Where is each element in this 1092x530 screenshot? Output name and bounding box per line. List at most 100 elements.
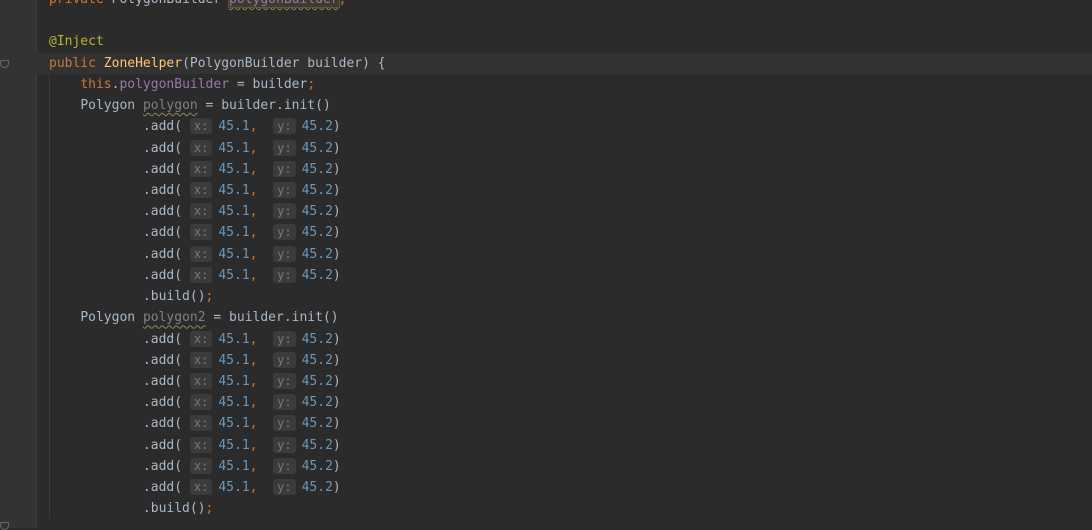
parameter-hint-x: x: — [189, 372, 213, 389]
y-value: 45.2 — [301, 480, 333, 496]
code-line-add-call: .add( x: 45.1, y: 45.2) — [49, 455, 1092, 478]
constructor-params: PolygonBuilder builder — [189, 55, 363, 71]
y-value: 45.2 — [301, 267, 333, 283]
code-line-add-call: .add( x: 45.1, y: 45.2) — [49, 201, 1092, 223]
add-call: .add( — [142, 225, 183, 241]
paren-close: ) — [332, 437, 341, 453]
comma: , — [249, 458, 258, 474]
x-value: 45.1 — [218, 416, 250, 432]
x-value: 45.1 — [218, 373, 250, 389]
add-call: .add( — [142, 182, 183, 198]
parameter-hint-x: x: — [189, 245, 213, 262]
y-value: 45.2 — [301, 204, 333, 220]
type-name: Polygon — [80, 98, 136, 114]
comma: , — [249, 437, 258, 453]
constructor-name: ZoneHelper — [103, 55, 183, 71]
y-value: 45.2 — [301, 395, 333, 411]
x-value: 45.1 — [218, 437, 250, 453]
field-name: polygonBuilder — [228, 0, 340, 8]
code-editor[interactable]: private PolygonBuilder polygonBuilder; @… — [36, 0, 1092, 520]
keyword: private — [49, 0, 104, 7]
paren-close: ) — [332, 416, 341, 432]
parameter-hint-y: y: — [273, 394, 296, 411]
build-call: .build() — [142, 289, 206, 305]
assignment-rest: = builder — [229, 76, 308, 92]
comma: , — [249, 140, 258, 156]
editor-gutter — [0, 0, 36, 530]
code-line-annotation: @Inject — [49, 31, 1092, 52]
parameter-hint-y: y: — [273, 203, 296, 220]
x-value: 45.1 — [218, 246, 250, 262]
code-line-polygon2-decl: Polygon polygon2 = builder.init() — [49, 307, 1092, 329]
comma: , — [249, 331, 258, 347]
paren-close: ) — [332, 182, 341, 198]
parameter-hint-x: x: — [189, 330, 213, 347]
comma: , — [249, 373, 258, 389]
add-call: .add( — [142, 267, 183, 283]
paren-close-brace: ) { — [362, 55, 386, 71]
y-value: 45.2 — [301, 352, 333, 368]
add-call: .add( — [142, 458, 183, 474]
add-call: .add( — [142, 204, 183, 220]
fold-marker-icon[interactable] — [0, 60, 9, 68]
y-value: 45.2 — [301, 119, 333, 135]
paren-open: ( — [182, 55, 190, 71]
add-call: .add( — [142, 373, 183, 389]
variable-name: polygon — [142, 98, 198, 114]
code-line-add-call: .add( x: 45.1, y: 45.2) — [49, 222, 1092, 244]
gutter-separator — [36, 0, 37, 528]
paren-close: ) — [332, 458, 341, 474]
comma: , — [249, 182, 258, 198]
code-line-add-call: .add( x: 45.1, y: 45.2) — [49, 413, 1092, 435]
code-line-add-call: .add( x: 45.1, y: 45.2) — [49, 158, 1092, 180]
semicolon: ; — [339, 0, 347, 7]
code-line-add-call: .add( x: 45.1, y: 45.2) — [49, 137, 1092, 159]
x-value: 45.1 — [218, 267, 250, 283]
parameter-hint-y: y: — [273, 139, 296, 156]
parameter-hint-y: y: — [273, 118, 296, 135]
parameter-hint-x: x: — [189, 436, 213, 453]
fold-marker-icon[interactable] — [0, 522, 9, 530]
x-value: 45.1 — [218, 458, 250, 474]
paren-close: ) — [332, 225, 341, 241]
code-line-polygon-decl: Polygon polygon = builder.init() — [49, 95, 1092, 117]
parameter-hint-x: x: — [189, 415, 213, 432]
add-call: .add( — [142, 246, 183, 262]
code-line-build: .build(); — [49, 498, 1092, 520]
parameter-hint-x: x: — [189, 351, 213, 368]
code-line-add-call: .add( x: 45.1, y: 45.2) — [49, 179, 1092, 202]
field-ref: polygonBuilder — [119, 76, 230, 92]
x-value: 45.1 — [218, 480, 250, 496]
parameter-hint-x: x: — [189, 139, 213, 156]
code-line-add-call: .add( x: 45.1, y: 45.2) — [49, 116, 1092, 138]
init-call: = builder.init() — [205, 310, 339, 326]
parameter-hint-y: y: — [273, 351, 296, 368]
semicolon: ; — [205, 289, 214, 305]
parameter-hint-y: y: — [273, 479, 296, 496]
parameter-hint-y: y: — [273, 224, 296, 241]
code-line-add-call: .add( x: 45.1, y: 45.2) — [49, 264, 1092, 287]
y-value: 45.2 — [301, 161, 333, 177]
add-call: .add( — [142, 416, 183, 432]
parameter-hint-y: y: — [273, 372, 296, 389]
parameter-hint-x: x: — [189, 457, 213, 474]
code-line-constructor: public ZoneHelper(PolygonBuilder builder… — [36, 52, 1092, 74]
semicolon: ; — [205, 501, 214, 517]
x-value: 45.1 — [218, 331, 250, 347]
y-value: 45.2 — [301, 437, 333, 453]
paren-close: ) — [332, 119, 341, 135]
parameter-hint-y: y: — [273, 245, 296, 262]
y-value: 45.2 — [301, 182, 333, 198]
add-call: .add( — [142, 480, 183, 496]
y-value: 45.2 — [301, 225, 333, 241]
add-call: .add( — [142, 352, 183, 368]
comma: , — [249, 119, 258, 135]
y-value: 45.2 — [301, 140, 333, 156]
x-value: 45.1 — [218, 140, 250, 156]
x-value: 45.1 — [218, 119, 250, 135]
parameter-hint-y: y: — [273, 181, 296, 198]
code-line-add-call: .add( x: 45.1, y: 45.2) — [49, 477, 1092, 499]
comma: , — [249, 225, 258, 241]
paren-close: ) — [332, 352, 341, 368]
